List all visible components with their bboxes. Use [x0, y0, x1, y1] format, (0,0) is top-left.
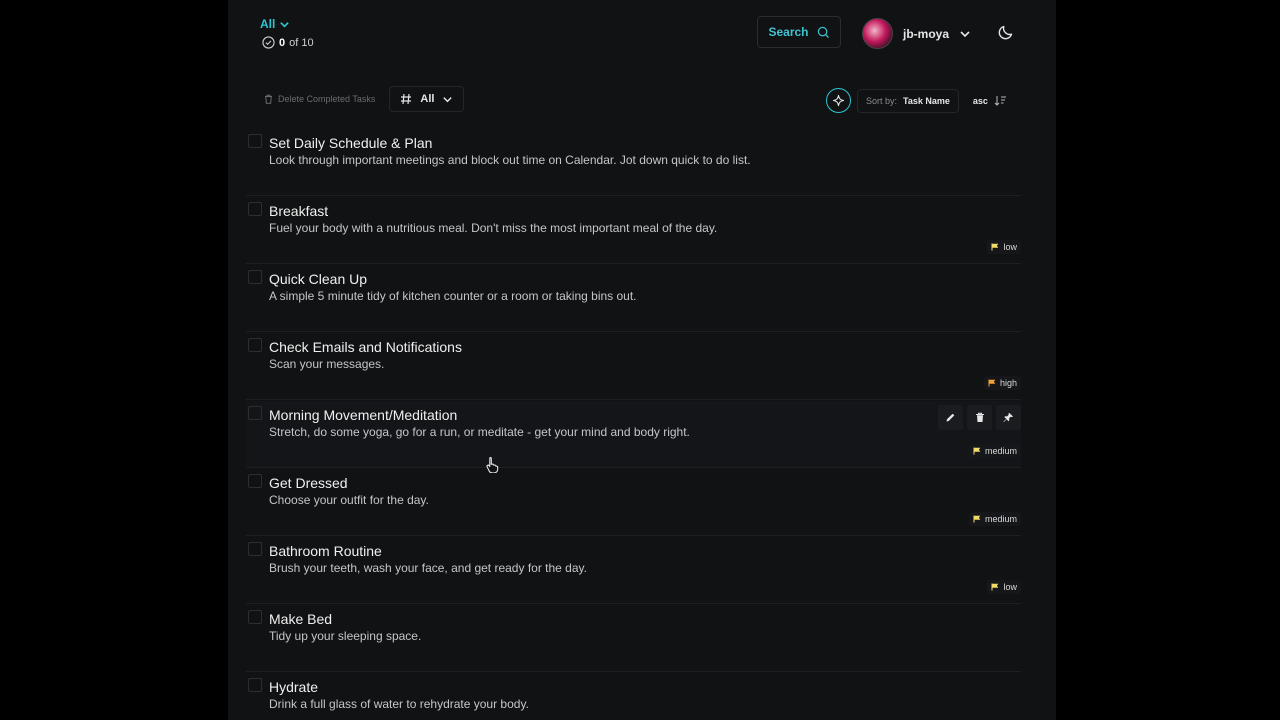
task-description: Brush your teeth, wash your face, and ge… [269, 561, 587, 575]
priority-label: medium [984, 514, 1017, 524]
theme-toggle-button[interactable] [997, 23, 1015, 46]
chevron-down-icon [280, 21, 290, 28]
sort-by-dropdown[interactable]: Sort by: Task Name [857, 88, 959, 113]
task-description: Fuel your body with a nutritious meal. D… [269, 221, 718, 235]
task-checkbox[interactable] [248, 338, 262, 352]
app-window: All 0 of 10 Search jb-moya Delete Comple… [228, 0, 1056, 720]
toolbar-left: Delete Completed Tasks All [256, 86, 465, 112]
ai-sparkle-button[interactable] [826, 88, 851, 113]
task-checkbox[interactable] [248, 134, 262, 148]
task-checkbox[interactable] [248, 270, 262, 284]
edit-task-button[interactable] [938, 405, 963, 430]
sort-order-label: asc [972, 95, 988, 106]
task-checkbox[interactable] [248, 406, 262, 420]
username: jb-moya [903, 26, 950, 41]
sort-by-label: Sort by: [866, 95, 898, 106]
avatar [862, 18, 893, 49]
delete-completed-label: Delete Completed Tasks [278, 94, 376, 104]
task-title: Quick Clean Up [269, 271, 368, 287]
pin-icon [1003, 413, 1013, 422]
chevron-down-icon [960, 30, 970, 37]
search-label: Search [768, 25, 809, 39]
priority-label: high [999, 378, 1017, 388]
delete-completed-button[interactable]: Delete Completed Tasks [256, 88, 383, 110]
task-title: Breakfast [269, 203, 329, 219]
task-item[interactable]: Morning Movement/Meditation Stretch, do … [246, 401, 1021, 468]
sort-order-toggle[interactable]: asc [965, 89, 1015, 112]
moon-icon [998, 25, 1013, 40]
tag-filter-label: All [420, 93, 435, 105]
hand-cursor-icon [486, 456, 500, 478]
task-checkbox[interactable] [248, 610, 262, 624]
flag-icon [991, 243, 999, 251]
task-filter-dropdown[interactable]: All [260, 17, 290, 31]
flag-icon [973, 447, 981, 455]
search-button[interactable]: Search [757, 16, 841, 48]
flag-icon [973, 515, 981, 523]
chevron-down-icon [443, 96, 453, 102]
trash-icon [975, 412, 984, 422]
total-count: of 10 [289, 36, 314, 49]
pin-task-button[interactable] [996, 405, 1021, 430]
task-title: Set Daily Schedule & Plan [269, 135, 433, 151]
flag-icon [988, 379, 996, 387]
task-title: Get Dressed [269, 475, 348, 491]
priority-badge: low [987, 240, 1021, 254]
task-title: Bathroom Routine [269, 543, 382, 559]
priority-badge: medium [968, 444, 1021, 458]
task-checkbox[interactable] [248, 202, 262, 216]
priority-badge: low [987, 580, 1021, 594]
task-title: Check Emails and Notifications [269, 339, 462, 355]
delete-task-button[interactable] [967, 405, 992, 430]
task-description: Look through important meetings and bloc… [269, 153, 751, 167]
sort-field: Task Name [903, 95, 950, 106]
toolbar-right: Sort by: Task Name asc [826, 88, 1015, 113]
task-description: Drink a full glass of water to rehydrate… [269, 697, 529, 711]
sort-descending-icon [994, 96, 1006, 106]
flag-icon [991, 583, 999, 591]
task-item[interactable]: Set Daily Schedule & Plan Look through i… [246, 129, 1021, 196]
task-list: Set Daily Schedule & Plan Look through i… [246, 129, 1021, 720]
priority-label: low [1003, 582, 1017, 592]
priority-badge: medium [968, 512, 1021, 526]
trash-icon [265, 94, 272, 104]
task-checkbox[interactable] [248, 678, 262, 692]
user-menu[interactable]: jb-moya [862, 18, 971, 49]
task-item[interactable]: Bathroom Routine Brush your teeth, wash … [246, 537, 1021, 604]
task-item[interactable]: Get Dressed Choose your outfit for the d… [246, 469, 1021, 536]
task-checkbox[interactable] [248, 542, 262, 556]
task-title: Hydrate [269, 679, 319, 695]
check-circle-icon [262, 36, 275, 49]
task-title: Make Bed [269, 611, 333, 627]
task-checkbox[interactable] [248, 474, 262, 488]
task-item[interactable]: Quick Clean Up A simple 5 minute tidy of… [246, 265, 1021, 332]
task-description: Stretch, do some yoga, go for a run, or … [269, 425, 690, 439]
task-item[interactable]: Breakfast Fuel your body with a nutritio… [246, 197, 1021, 264]
completed-count: 0 [279, 36, 286, 49]
pencil-icon [946, 413, 955, 422]
task-description: Scan your messages. [269, 357, 385, 371]
task-description: Choose your outfit for the day. [269, 493, 429, 507]
task-description: Tidy up your sleeping space. [269, 629, 422, 643]
hash-icon [401, 93, 412, 105]
task-description: A simple 5 minute tidy of kitchen counte… [269, 289, 637, 303]
priority-label: medium [984, 446, 1017, 456]
tag-filter-dropdown[interactable]: All [389, 86, 465, 112]
search-icon [817, 26, 829, 38]
task-actions [938, 405, 1021, 430]
sparkle-icon [832, 94, 845, 107]
task-title: Morning Movement/Meditation [269, 407, 458, 423]
task-filter-label: All [260, 17, 276, 31]
task-item[interactable]: Check Emails and Notifications Scan your… [246, 333, 1021, 400]
priority-label: low [1003, 242, 1017, 252]
task-item[interactable]: Make Bed Tidy up your sleeping space. [246, 605, 1021, 672]
completion-counter: 0 of 10 [262, 36, 314, 49]
task-item[interactable]: Hydrate Drink a full glass of water to r… [246, 673, 1021, 720]
priority-badge: high [983, 376, 1021, 390]
